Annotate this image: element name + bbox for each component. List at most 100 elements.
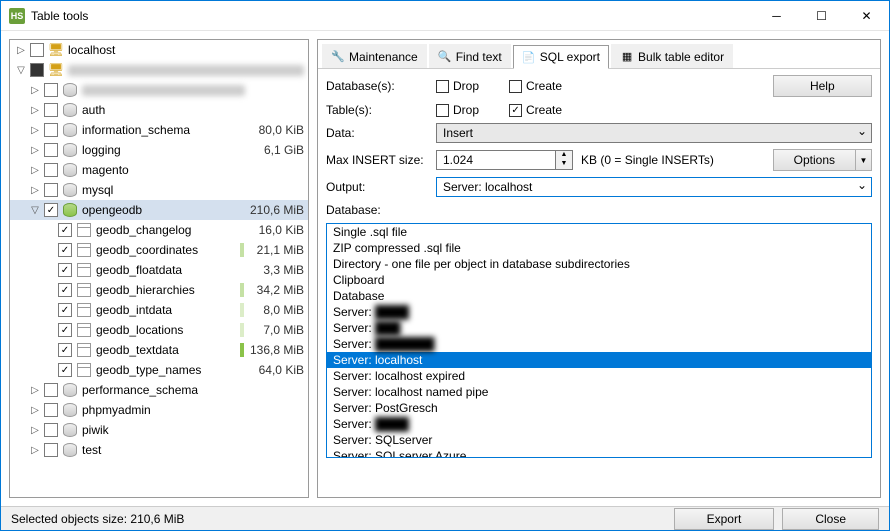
dropdown-item[interactable]: Server: SQLserver Azure xyxy=(327,448,871,458)
tree-table[interactable]: geodb_intdata 8,0 MiB xyxy=(10,300,308,320)
tree-db-opengeodb[interactable]: ▽ opengeodb 210,6 MiB xyxy=(10,200,308,220)
tree-db[interactable]: ▷logging6,1 GiB xyxy=(10,140,308,160)
table-checkbox[interactable] xyxy=(58,303,72,317)
caret-icon[interactable]: ▷ xyxy=(28,385,42,396)
tree-table[interactable]: geodb_locations7,0 MiB xyxy=(10,320,308,340)
dropdown-item[interactable]: Server: localhost named pipe xyxy=(327,384,871,400)
dropdown-item[interactable]: Directory - one file per object in datab… xyxy=(327,256,871,272)
close-dialog-button[interactable]: Close xyxy=(782,508,879,530)
options-dropdown-button[interactable]: ▼ xyxy=(856,149,872,171)
caret-icon[interactable]: ▷ xyxy=(28,85,42,96)
db-drop-check[interactable]: Drop xyxy=(436,79,479,93)
dropdown-item[interactable]: Database xyxy=(327,288,871,304)
tree-db[interactable]: ▷auth xyxy=(10,100,308,120)
dropdown-item[interactable]: Server: ███ xyxy=(327,320,871,336)
minimize-button[interactable]: ─ xyxy=(754,1,799,30)
db-checkbox[interactable] xyxy=(44,443,58,457)
db-checkbox[interactable] xyxy=(44,383,58,397)
caret-icon[interactable]: ▷ xyxy=(28,425,42,436)
kb-hint: KB (0 = Single INSERTs) xyxy=(581,153,714,167)
db-checkbox[interactable] xyxy=(44,203,58,217)
tree-db[interactable]: ▷magento xyxy=(10,160,308,180)
table-icon: ▦ xyxy=(620,50,634,64)
max-insert-input[interactable]: 1.024 xyxy=(436,150,556,170)
host-checkbox[interactable] xyxy=(30,63,44,77)
table-checkbox[interactable] xyxy=(58,263,72,277)
dropdown-item[interactable]: Server: ███████ xyxy=(327,336,871,352)
caret-icon[interactable]: ▽ xyxy=(28,205,42,216)
size-bar xyxy=(240,223,244,237)
db-checkbox[interactable] xyxy=(44,123,58,137)
dropdown-item[interactable]: Server: ████ xyxy=(327,416,871,432)
table-checkbox[interactable] xyxy=(58,363,72,377)
dropdown-item[interactable]: Clipboard xyxy=(327,272,871,288)
object-tree[interactable]: ▷ 🖥 localhost ▽ 🖥 ▷▷auth▷information_sch… xyxy=(9,39,309,498)
tree-db[interactable]: ▷piwik xyxy=(10,420,308,440)
dropdown-item[interactable]: Server: PostGresch xyxy=(327,400,871,416)
tab-find[interactable]: 🔍Find text xyxy=(429,44,511,68)
tree-db[interactable]: ▷phpmyadmin xyxy=(10,400,308,420)
tree-label: geodb_type_names xyxy=(96,363,238,377)
table-create-check[interactable]: Create xyxy=(509,103,562,117)
spinner-buttons[interactable]: ▲▼ xyxy=(556,150,573,170)
caret-icon[interactable]: ▷ xyxy=(28,105,42,116)
dropdown-item[interactable]: Single .sql file xyxy=(327,224,871,240)
tree-db[interactable]: ▷performance_schema xyxy=(10,380,308,400)
db-checkbox[interactable] xyxy=(44,163,58,177)
tree-size: 136,8 MiB xyxy=(249,343,304,357)
db-checkbox[interactable] xyxy=(44,83,58,97)
tree-label: geodb_intdata xyxy=(96,303,238,317)
table-checkbox[interactable] xyxy=(58,283,72,297)
options-button[interactable]: Options xyxy=(773,149,856,171)
tree-host-active[interactable]: ▽ 🖥 xyxy=(10,60,308,80)
table-checkbox[interactable] xyxy=(58,323,72,337)
db-create-check[interactable]: Create xyxy=(509,79,562,93)
caret-icon[interactable]: ▷ xyxy=(28,165,42,176)
db-checkbox[interactable] xyxy=(44,143,58,157)
output-dropdown-list[interactable]: Single .sql fileZIP compressed .sql file… xyxy=(326,223,872,458)
host-checkbox[interactable] xyxy=(30,43,44,57)
caret-icon[interactable]: ▷ xyxy=(28,405,42,416)
tree-db[interactable]: ▷test xyxy=(10,440,308,460)
dropdown-item[interactable]: Server: ████ xyxy=(327,304,871,320)
table-drop-check[interactable]: Drop xyxy=(436,103,479,117)
caret-icon[interactable]: ▽ xyxy=(14,65,28,76)
tree-table[interactable]: geodb_changelog16,0 KiB xyxy=(10,220,308,240)
table-checkbox[interactable] xyxy=(58,243,72,257)
tree-table[interactable]: geodb_textdata136,8 MiB xyxy=(10,340,308,360)
db-checkbox[interactable] xyxy=(44,183,58,197)
caret-icon[interactable]: ▷ xyxy=(14,45,28,56)
help-button[interactable]: Help xyxy=(773,75,872,97)
tree-db[interactable]: ▷ xyxy=(10,80,308,100)
tree-size: 8,0 MiB xyxy=(249,303,304,317)
dropdown-item[interactable]: ZIP compressed .sql file xyxy=(327,240,871,256)
db-checkbox[interactable] xyxy=(44,403,58,417)
export-button[interactable]: Export xyxy=(674,508,775,530)
caret-icon[interactable]: ▷ xyxy=(28,145,42,156)
maximize-button[interactable]: ☐ xyxy=(799,1,844,30)
caret-icon[interactable]: ▷ xyxy=(28,125,42,136)
table-checkbox[interactable] xyxy=(58,343,72,357)
tree-host-localhost[interactable]: ▷ 🖥 localhost xyxy=(10,40,308,60)
tab-bulk-editor[interactable]: ▦Bulk table editor xyxy=(611,44,733,68)
tree-table[interactable]: geodb_coordinates21,1 MiB xyxy=(10,240,308,260)
tree-table[interactable]: geodb_type_names64,0 KiB xyxy=(10,360,308,380)
tree-db[interactable]: ▷information_schema80,0 KiB xyxy=(10,120,308,140)
db-checkbox[interactable] xyxy=(44,103,58,117)
close-button[interactable]: ✕ xyxy=(844,1,889,30)
tab-sql-export[interactable]: 📄SQL export xyxy=(513,45,609,69)
db-checkbox[interactable] xyxy=(44,423,58,437)
data-combo[interactable]: Insert xyxy=(436,123,872,143)
tree-table[interactable]: geodb_hierarchies34,2 MiB xyxy=(10,280,308,300)
tree-label: geodb_changelog xyxy=(96,223,238,237)
tree-db[interactable]: ▷mysql xyxy=(10,180,308,200)
table-checkbox[interactable] xyxy=(58,223,72,237)
dropdown-item[interactable]: Server: SQLserver xyxy=(327,432,871,448)
caret-icon[interactable]: ▷ xyxy=(28,445,42,456)
dropdown-item[interactable]: Server: localhost xyxy=(327,352,871,368)
tree-table[interactable]: geodb_floatdata3,3 MiB xyxy=(10,260,308,280)
tab-maintenance[interactable]: 🔧Maintenance xyxy=(322,44,427,68)
caret-icon[interactable]: ▷ xyxy=(28,185,42,196)
dropdown-item[interactable]: Server: localhost expired xyxy=(327,368,871,384)
output-combo[interactable]: Server: localhost xyxy=(436,177,872,197)
